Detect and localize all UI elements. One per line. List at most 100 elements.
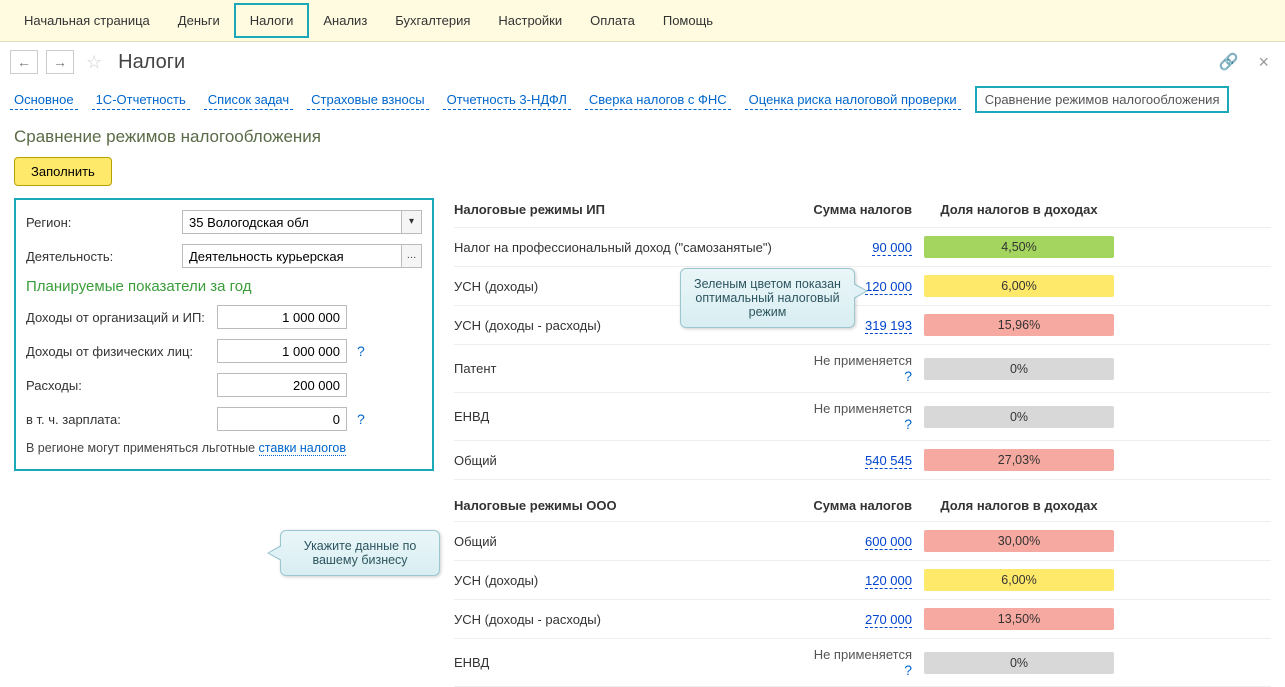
not-applicable: Не применяется bbox=[814, 647, 912, 662]
income-ind-input[interactable] bbox=[217, 339, 347, 363]
tax-amount: Не применяется ? bbox=[804, 401, 924, 432]
help-icon[interactable]: ? bbox=[904, 368, 912, 384]
salary-label: в т. ч. зарплата: bbox=[26, 412, 211, 427]
tax-share: 27,03% bbox=[924, 449, 1114, 471]
section-heading: Сравнение режимов налогообложения bbox=[0, 123, 1285, 157]
help-icon[interactable]: ? bbox=[904, 662, 912, 678]
region-dropdown-icon[interactable]: ▾ bbox=[402, 210, 422, 234]
regime-name: ЕНВД bbox=[454, 655, 804, 670]
income-org-label: Доходы от организаций и ИП: bbox=[26, 310, 211, 325]
tax-amount: 120 000 bbox=[804, 573, 924, 588]
expenses-label: Расходы: bbox=[26, 378, 211, 393]
tax-amount-link[interactable]: 319 193 bbox=[865, 318, 912, 334]
tax-amount-link[interactable]: 90 000 bbox=[872, 240, 912, 256]
regime-name: УСН (доходы) bbox=[454, 573, 804, 588]
expenses-input[interactable] bbox=[217, 373, 347, 397]
share-bar: 6,00% bbox=[924, 569, 1114, 591]
tab-3ndfl[interactable]: Отчетность 3-НДФЛ bbox=[443, 90, 571, 110]
tax-row: Общий 540 545 27,03% bbox=[454, 441, 1271, 480]
activity-label: Деятельность: bbox=[26, 249, 176, 264]
menu-money[interactable]: Деньги bbox=[164, 5, 234, 36]
tax-row: Налог на профессиональный доход ("самоза… bbox=[454, 228, 1271, 267]
salary-input[interactable] bbox=[217, 407, 347, 431]
tab-risk[interactable]: Оценка риска налоговой проверки bbox=[745, 90, 961, 110]
close-icon[interactable]: × bbox=[1258, 52, 1269, 73]
hdr-amount: Сумма налогов bbox=[804, 498, 924, 513]
income-ind-label: Доходы от физических лиц: bbox=[26, 344, 211, 359]
tab-task-list[interactable]: Список задач bbox=[204, 90, 293, 110]
share-bar: 30,00% bbox=[924, 530, 1114, 552]
tax-amount: Не применяется ? bbox=[804, 353, 924, 384]
tax-share: 30,00% bbox=[924, 530, 1114, 552]
page-title: Налоги bbox=[118, 51, 185, 74]
share-bar: 6,00% bbox=[924, 275, 1114, 297]
fill-button[interactable]: Заполнить bbox=[14, 157, 112, 186]
regime-name: Общий bbox=[454, 453, 804, 468]
tax-row: Общий 600 000 30,00% bbox=[454, 522, 1271, 561]
tab-main[interactable]: Основное bbox=[10, 90, 78, 110]
link-icon[interactable]: 🔗 bbox=[1219, 52, 1239, 72]
regime-name: Налог на профессиональный доход ("самоза… bbox=[454, 240, 804, 255]
tax-row: ЕНВДНе применяется ?0% bbox=[454, 393, 1271, 441]
regime-name: УСН (доходы - расходы) bbox=[454, 612, 804, 627]
menu-taxes[interactable]: Налоги bbox=[234, 3, 310, 38]
footnote: В регионе могут применяться льготные ста… bbox=[26, 441, 422, 455]
menu-accounting[interactable]: Бухгалтерия bbox=[381, 5, 484, 36]
tax-amount: 270 000 bbox=[804, 612, 924, 627]
main-menu: Начальная страница Деньги Налоги Анализ … bbox=[0, 0, 1285, 42]
menu-settings[interactable]: Настройки bbox=[484, 5, 576, 36]
nav-row: ← → ☆ Налоги 🔗 × bbox=[0, 42, 1285, 82]
share-bar: 13,50% bbox=[924, 608, 1114, 630]
regime-name: Патент bbox=[454, 361, 804, 376]
menu-help[interactable]: Помощь bbox=[649, 5, 727, 36]
tax-share: 0% bbox=[924, 358, 1114, 380]
regime-name: ЕНВД bbox=[454, 409, 804, 424]
tax-amount-link[interactable]: 120 000 bbox=[865, 279, 912, 295]
region-input[interactable] bbox=[182, 210, 402, 234]
tax-amount-link[interactable]: 120 000 bbox=[865, 573, 912, 589]
tab-1c-reporting[interactable]: 1С-Отчетность bbox=[92, 90, 190, 110]
tax-amount-link[interactable]: 540 545 bbox=[865, 453, 912, 469]
tax-row: ЕНВДНе применяется ?0% bbox=[454, 639, 1271, 687]
back-button[interactable]: ← bbox=[10, 50, 38, 74]
help-icon[interactable]: ? bbox=[357, 343, 365, 359]
callout-input-hint: Укажите данные по вашему бизнесу bbox=[280, 530, 440, 576]
tax-share: 13,50% bbox=[924, 608, 1114, 630]
tab-compare-regimes[interactable]: Сравнение режимов налогообложения bbox=[975, 86, 1230, 113]
tabs-row: Основное 1С-Отчетность Список задач Стра… bbox=[0, 82, 1285, 123]
tax-amount: 600 000 bbox=[804, 534, 924, 549]
not-applicable: Не применяется bbox=[814, 353, 912, 368]
activity-picker-icon[interactable]: … bbox=[402, 244, 422, 268]
share-bar: 0% bbox=[924, 652, 1114, 674]
favorite-icon[interactable]: ☆ bbox=[86, 52, 102, 73]
hdr-share: Доля налогов в доходах bbox=[924, 498, 1114, 513]
planned-heading: Планируемые показатели за год bbox=[26, 278, 422, 295]
share-bar: 0% bbox=[924, 406, 1114, 428]
menu-payment[interactable]: Оплата bbox=[576, 5, 649, 36]
tab-fns-reconcile[interactable]: Сверка налогов с ФНС bbox=[585, 90, 731, 110]
income-org-input[interactable] bbox=[217, 305, 347, 329]
tax-panel: Налоговые режимы ИП Сумма налогов Доля н… bbox=[454, 198, 1271, 687]
menu-home[interactable]: Начальная страница bbox=[10, 5, 164, 36]
tax-row: УСН (доходы) 120 000 6,00% bbox=[454, 561, 1271, 600]
tax-share: 4,50% bbox=[924, 236, 1114, 258]
hdr-share: Доля налогов в доходах bbox=[924, 202, 1114, 217]
tax-amount-link[interactable]: 270 000 bbox=[865, 612, 912, 628]
help-icon[interactable]: ? bbox=[904, 416, 912, 432]
tax-amount-link[interactable]: 600 000 bbox=[865, 534, 912, 550]
share-bar: 15,96% bbox=[924, 314, 1114, 336]
regime-name: Общий bbox=[454, 534, 804, 549]
menu-analysis[interactable]: Анализ bbox=[309, 5, 381, 36]
hdr-regimes-ip: Налоговые режимы ИП bbox=[454, 202, 804, 217]
tax-row: УСН (доходы - расходы)319 19315,96% bbox=[454, 306, 1271, 345]
help-icon[interactable]: ? bbox=[357, 411, 365, 427]
tax-amount: Не применяется ? bbox=[804, 647, 924, 678]
tax-rates-link[interactable]: ставки налогов bbox=[259, 441, 346, 456]
tax-share: 6,00% bbox=[924, 569, 1114, 591]
share-bar: 27,03% bbox=[924, 449, 1114, 471]
activity-input[interactable] bbox=[182, 244, 402, 268]
share-bar: 4,50% bbox=[924, 236, 1114, 258]
forward-button[interactable]: → bbox=[46, 50, 74, 74]
tab-insurance[interactable]: Страховые взносы bbox=[307, 90, 428, 110]
input-panel: Регион: ▾ Деятельность: … Планируемые по… bbox=[14, 198, 434, 471]
